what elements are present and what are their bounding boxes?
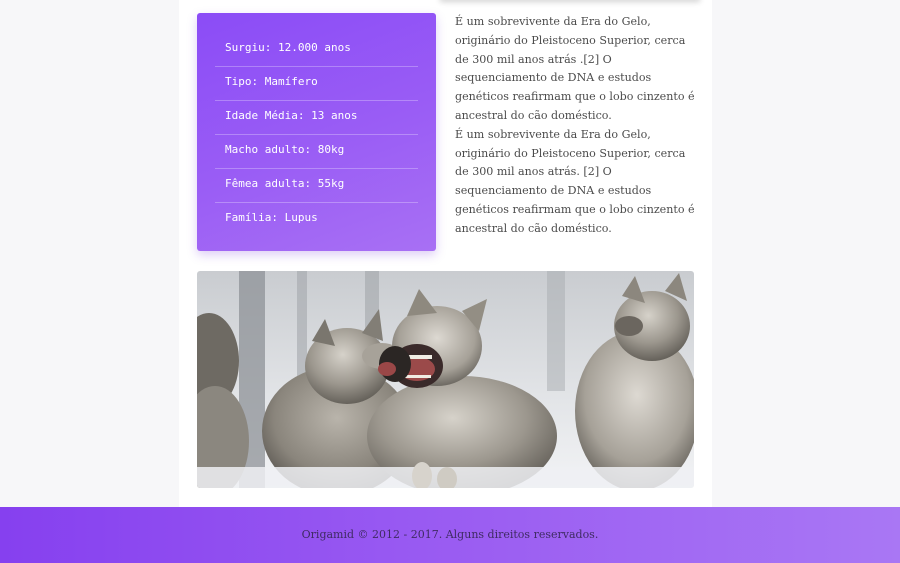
description-paragraph: É um sobrevivente da Era do Gelo, origin… bbox=[455, 15, 695, 122]
fact-item-tipo: Tipo: Mamífero bbox=[215, 67, 418, 101]
fact-item-macho-adulto: Macho adulto: 80kg bbox=[215, 135, 418, 169]
fact-list: Surgiu: 12.000 anos Tipo: Mamífero Idade… bbox=[215, 33, 418, 237]
description: É um sobrevivente da Era do Gelo, origin… bbox=[455, 13, 695, 239]
footer: Origamid © 2012 - 2017. Alguns direitos … bbox=[0, 507, 900, 563]
wolf-photo bbox=[197, 271, 694, 488]
fact-item-familia: Família: Lupus bbox=[225, 211, 318, 224]
fact-item-idade-media: Idade Média: 13 anos bbox=[215, 101, 418, 135]
fact-card: Surgiu: 12.000 anos Tipo: Mamífero Idade… bbox=[197, 13, 436, 251]
fact-item-surgiu: Surgiu: 12.000 anos bbox=[215, 33, 418, 67]
fact-item-femea-adulta: Fêmea adulta: 55kg bbox=[215, 169, 418, 203]
description-paragraph: É um sobrevivente da Era do Gelo, origin… bbox=[455, 127, 695, 235]
wolf-photo-illustration bbox=[197, 271, 694, 488]
footer-copyright: Origamid © 2012 - 2017. Alguns direitos … bbox=[301, 528, 599, 541]
